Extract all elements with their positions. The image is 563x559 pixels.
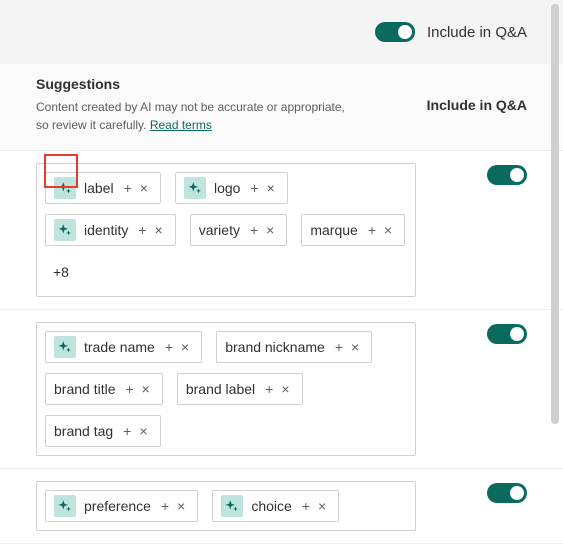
include-qa-toggle-row[interactable]: [487, 483, 527, 503]
add-suggestion-button[interactable]: +: [261, 381, 277, 397]
sparkle-icon: [54, 177, 76, 199]
suggestion-chip: identity +×: [45, 214, 176, 246]
suggestions-subtitle: Content created by AI may not be accurat…: [36, 98, 356, 134]
suggestion-group: trade name+×brand nickname+×brand title+…: [0, 310, 563, 469]
add-suggestion-button[interactable]: +: [364, 222, 380, 238]
suggestion-chip: brand tag +×: [45, 415, 161, 447]
add-suggestion-button[interactable]: +: [134, 222, 150, 238]
sparkle-icon: [184, 177, 206, 199]
suggestion-chip-label: label: [84, 180, 114, 196]
add-suggestion-button[interactable]: +: [246, 180, 262, 196]
add-suggestion-button[interactable]: +: [119, 423, 135, 439]
remove-suggestion-button[interactable]: ×: [277, 381, 293, 397]
suggestion-chip: brand title +×: [45, 373, 163, 405]
scrollbar[interactable]: [551, 4, 559, 424]
suggestion-chip-label: brand label: [186, 381, 255, 397]
add-suggestion-button[interactable]: +: [120, 180, 136, 196]
add-suggestion-button[interactable]: +: [157, 498, 173, 514]
suggestion-group: label+×logo+×identity+×variety+×marque+×…: [0, 151, 563, 310]
include-qa-toggle-row[interactable]: [487, 324, 527, 344]
add-suggestion-button[interactable]: +: [298, 498, 314, 514]
suggestions-title: Suggestions: [36, 76, 407, 92]
suggestion-chip: trade name +×: [45, 331, 202, 363]
suggestion-chip-label: preference: [84, 498, 151, 514]
add-suggestion-button[interactable]: +: [121, 381, 137, 397]
more-suggestions-button[interactable]: +8: [45, 256, 77, 288]
remove-suggestion-button[interactable]: ×: [263, 180, 279, 196]
suggestions-header: Suggestions Content created by AI may no…: [0, 64, 563, 151]
add-suggestion-button[interactable]: +: [246, 222, 262, 238]
include-qa-toggle-row[interactable]: [487, 165, 527, 185]
sparkle-icon: [54, 336, 76, 358]
remove-suggestion-button[interactable]: ×: [262, 222, 278, 238]
suggestion-chip-label: identity: [84, 222, 128, 238]
remove-suggestion-button[interactable]: ×: [138, 381, 154, 397]
suggestion-chip-label: trade name: [84, 339, 155, 355]
include-qa-column-header: Include in Q&A: [427, 76, 527, 134]
remove-suggestion-button[interactable]: ×: [136, 180, 152, 196]
sparkle-icon: [54, 495, 76, 517]
suggestion-chip: brand nickname +×: [216, 331, 372, 363]
suggestion-chip: logo +×: [175, 172, 288, 204]
suggestion-chip-label: choice: [251, 498, 291, 514]
suggestion-group: preference+×choice+×: [0, 469, 563, 544]
suggestion-chip-label: brand tag: [54, 423, 113, 439]
include-qa-toggle-global[interactable]: [375, 22, 415, 42]
suggestion-card: preference+×choice+×: [36, 481, 416, 531]
remove-suggestion-button[interactable]: ×: [135, 423, 151, 439]
suggestion-chip: brand label +×: [177, 373, 303, 405]
suggestion-chip-label: variety: [199, 222, 240, 238]
remove-suggestion-button[interactable]: ×: [347, 339, 363, 355]
suggestion-chip: preference +×: [45, 490, 198, 522]
suggestion-chip-label: brand nickname: [225, 339, 325, 355]
remove-suggestion-button[interactable]: ×: [314, 498, 330, 514]
add-suggestion-button[interactable]: +: [161, 339, 177, 355]
suggestion-chip: marque +×: [301, 214, 405, 246]
add-suggestion-button[interactable]: +: [331, 339, 347, 355]
top-toolbar: Include in Q&A: [0, 0, 563, 64]
suggestion-chip: label +×: [45, 172, 161, 204]
sparkle-icon: [54, 219, 76, 241]
sparkle-icon: [221, 495, 243, 517]
remove-suggestion-button[interactable]: ×: [173, 498, 189, 514]
suggestion-card: label+×logo+×identity+×variety+×marque+×…: [36, 163, 416, 297]
suggestion-chip-label: logo: [214, 180, 240, 196]
suggestion-chip: variety +×: [190, 214, 288, 246]
suggestion-chip-label: brand title: [54, 381, 115, 397]
remove-suggestion-button[interactable]: ×: [151, 222, 167, 238]
suggestion-chip: choice +×: [212, 490, 339, 522]
remove-suggestion-button[interactable]: ×: [380, 222, 396, 238]
include-qa-toggle-global-label: Include in Q&A: [427, 24, 527, 41]
remove-suggestion-button[interactable]: ×: [177, 339, 193, 355]
read-terms-link[interactable]: Read terms: [150, 118, 212, 132]
suggestion-chip-label: marque: [310, 222, 357, 238]
suggestion-card: trade name+×brand nickname+×brand title+…: [36, 322, 416, 456]
